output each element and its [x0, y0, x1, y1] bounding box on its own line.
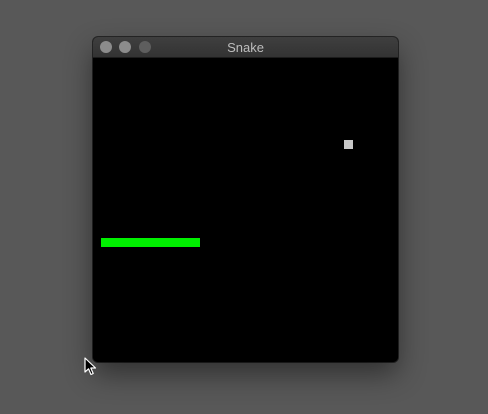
- desktop: Snake: [0, 0, 488, 414]
- window-title: Snake: [227, 40, 264, 55]
- title-bar[interactable]: Snake: [93, 37, 398, 58]
- mouse-pointer-icon: [84, 357, 97, 376]
- snake-window[interactable]: Snake: [93, 37, 398, 362]
- food-pellet: [344, 140, 353, 149]
- snake-body: [101, 238, 200, 247]
- game-canvas[interactable]: [93, 58, 398, 362]
